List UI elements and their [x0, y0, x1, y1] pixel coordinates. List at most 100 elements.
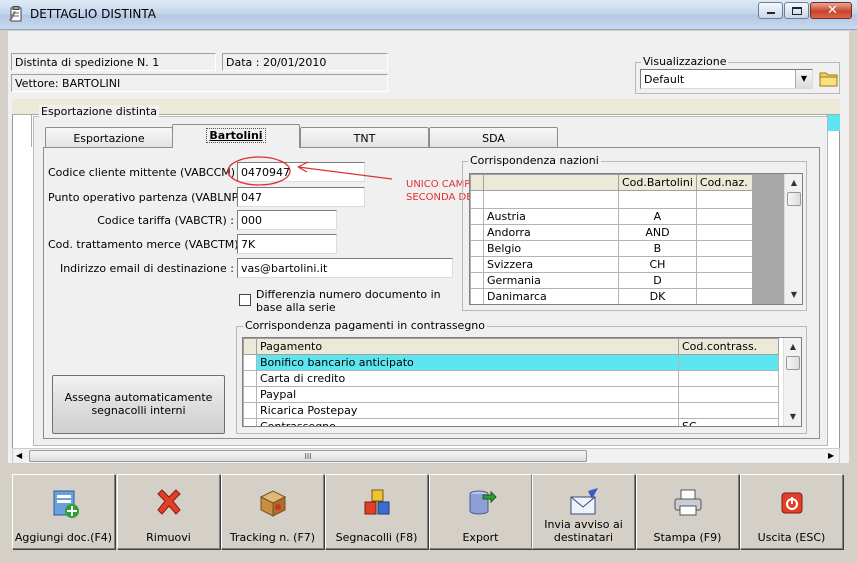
nazioni-name-cell[interactable]: Germania [483, 272, 619, 289]
table-row[interactable]: Contrassegno SC [243, 418, 779, 426]
stampa-button[interactable]: Stampa (F9) [636, 474, 739, 549]
documents-row-indicator [12, 115, 32, 147]
pagamenti-code-cell[interactable] [678, 386, 779, 403]
table-row[interactable]: Germania D [470, 272, 764, 289]
row-header-cell [470, 288, 484, 304]
segnacolli-button[interactable]: Segnacolli (F8) [325, 474, 428, 549]
export-button[interactable]: Export [429, 474, 532, 549]
table-row[interactable]: Danimarca DK [470, 288, 764, 304]
tab-active-gap [173, 146, 299, 148]
aggiungi-doc-button[interactable]: Aggiungi doc.(F4) [12, 474, 115, 549]
pagamenti-name-cell[interactable]: Carta di credito [256, 370, 679, 387]
nazioni-scrollbar[interactable]: ▲ ▼ [784, 174, 802, 304]
tab-bartolini[interactable]: Bartolini [172, 124, 300, 147]
table-row-selected[interactable]: Bonifico bancario anticipato [243, 354, 779, 371]
row-header-cell [243, 370, 257, 387]
table-row[interactable]: Svizzera CH [470, 256, 764, 273]
documents-hscrollbar[interactable]: ◀ III ▶ [12, 448, 840, 464]
maximize-button[interactable] [784, 2, 809, 19]
pagamenti-name-cell[interactable]: Ricarica Postepay [256, 402, 679, 419]
scroll-thumb[interactable] [786, 356, 800, 370]
table-row[interactable]: Ricarica Postepay [243, 402, 779, 419]
uscita-button[interactable]: Uscita (ESC) [740, 474, 843, 549]
minimize-button[interactable] [758, 2, 783, 19]
nazioni-cell[interactable] [618, 190, 697, 209]
scroll-thumb[interactable] [787, 192, 801, 206]
mail-icon [570, 488, 598, 515]
scroll-down-icon[interactable]: ▼ [786, 287, 802, 303]
stampa-label: Stampa (F9) [653, 531, 722, 544]
scroll-left-icon[interactable]: ◀ [16, 451, 22, 460]
scroll-down-icon[interactable]: ▼ [785, 409, 801, 425]
cod-trattamento-input[interactable]: 7K [237, 234, 337, 254]
scroll-up-icon[interactable]: ▲ [786, 175, 802, 191]
pagamenti-name-cell[interactable]: Contrassegno [256, 418, 679, 426]
hscroll-thumb[interactable]: III [29, 450, 587, 462]
nazioni-code-cell[interactable]: DK [618, 288, 697, 304]
nazioni-grid-empty-area [752, 174, 784, 304]
row-header-cell [243, 386, 257, 403]
nazioni-code-cell[interactable]: CH [618, 256, 697, 273]
table-row[interactable]: Carta di credito [243, 370, 779, 387]
nazioni-grid[interactable]: Cod.Bartolini Cod.naz. Austria A Andorra A… [469, 173, 803, 305]
pagamenti-code-cell[interactable] [678, 402, 779, 419]
nazioni-code-cell[interactable]: A [618, 208, 697, 225]
row-header-cell [243, 338, 257, 355]
scroll-up-icon[interactable]: ▲ [785, 339, 801, 355]
differenzia-checkbox[interactable] [239, 294, 251, 306]
cod-trattamento-label: Cod. trattamento merce (VABCTM) : [48, 238, 246, 251]
nazioni-name-cell[interactable]: Belgio [483, 240, 619, 257]
pagamenti-name-cell[interactable]: Paypal [256, 386, 679, 403]
nazioni-name-cell[interactable]: Andorra [483, 224, 619, 241]
invia-avviso-button[interactable]: Invia avviso ai destinatari [532, 474, 635, 549]
tracking-button[interactable]: Tracking n. (F7) [221, 474, 324, 549]
pagamenti-code-cell[interactable] [678, 354, 779, 371]
chevron-down-icon[interactable]: ▼ [795, 70, 812, 88]
exit-power-icon [781, 492, 803, 514]
table-row[interactable]: Paypal [243, 386, 779, 403]
nazioni-name-cell[interactable]: Svizzera [483, 256, 619, 273]
pagamenti-group-label: Corrispondenza pagamenti in contrassegno [243, 319, 487, 332]
codice-tariffa-input[interactable]: 000 [237, 210, 337, 230]
email-label: Indirizzo email di destinazione : [59, 262, 234, 275]
tab-tnt[interactable]: TNT [300, 127, 429, 147]
minimize-icon [767, 12, 775, 14]
scroll-right-icon[interactable]: ▶ [828, 451, 834, 460]
nazioni-code-cell[interactable]: B [618, 240, 697, 257]
rimuovi-button[interactable]: Rimuovi [117, 474, 220, 549]
assegna-segnacolli-button[interactable]: Assegna automaticamente segnacolli inter… [52, 375, 225, 434]
pagamenti-name-cell[interactable]: Bonifico bancario anticipato [256, 354, 679, 371]
table-row[interactable]: Austria A [470, 208, 764, 225]
pagamenti-col-code: Cod.contrass. [678, 338, 779, 355]
uscita-label: Uscita (ESC) [757, 531, 826, 544]
table-row[interactable]: Belgio B [470, 240, 764, 257]
assegna-segnacolli-label: Assegna automaticamente segnacolli inter… [64, 391, 213, 417]
close-button[interactable]: ✕ [810, 2, 852, 19]
tab-sda[interactable]: SDA [429, 127, 558, 147]
distinta-number: Distinta di spedizione N. 1 [11, 53, 216, 71]
nazioni-empty-row[interactable] [470, 190, 764, 209]
distinta-date: Data : 20/01/2010 [222, 53, 388, 71]
table-row[interactable]: Andorra AND [470, 224, 764, 241]
nazioni-cell[interactable] [483, 190, 619, 209]
aggiungi-doc-label: Aggiungi doc.(F4) [14, 531, 113, 544]
export-database-icon [469, 490, 497, 515]
email-input[interactable]: vas@bartolini.it [237, 258, 453, 278]
pagamenti-code-cell[interactable]: SC [678, 418, 779, 426]
nazioni-code-cell[interactable]: AND [618, 224, 697, 241]
pagamenti-col-name: Pagamento [256, 338, 679, 355]
visualizzazione-select[interactable]: Default ▼ [640, 69, 813, 89]
package-icon [259, 490, 287, 517]
nazioni-code-cell[interactable]: D [618, 272, 697, 289]
nazioni-name-cell[interactable]: Danimarca [483, 288, 619, 304]
row-header-cell [470, 256, 484, 273]
open-folder-button[interactable] [818, 67, 840, 89]
pagamenti-grid[interactable]: Pagamento Cod.contrass. Bonifico bancari… [242, 337, 802, 427]
pagamenti-code-cell[interactable] [678, 370, 779, 387]
row-header-cell [470, 224, 484, 241]
nazioni-col-code: Cod.Bartolini [618, 174, 697, 191]
rimuovi-label: Rimuovi [146, 531, 191, 544]
nazioni-name-cell[interactable]: Austria [483, 208, 619, 225]
tab-esportazione[interactable]: Esportazione [45, 127, 173, 147]
pagamenti-scrollbar[interactable]: ▲ ▼ [783, 338, 801, 426]
